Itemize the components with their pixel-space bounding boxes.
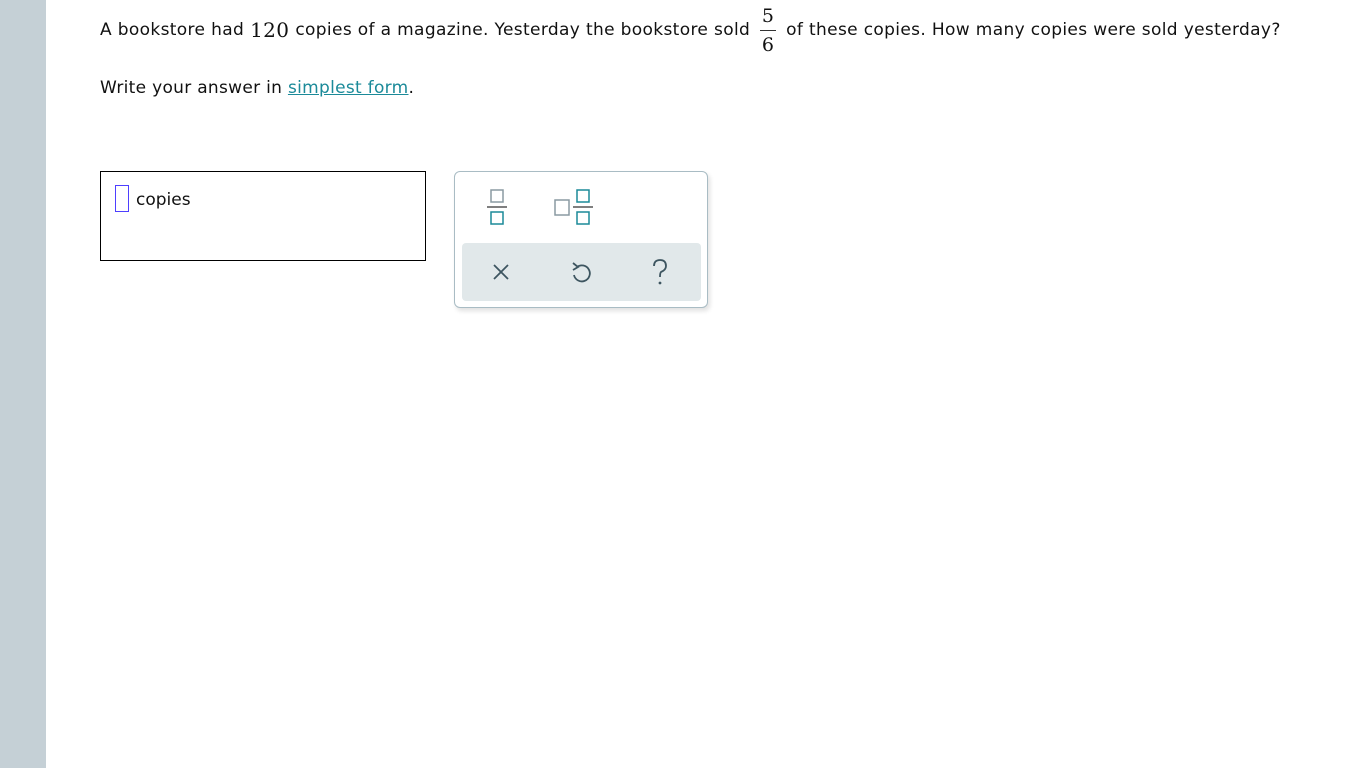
mixed-number-button[interactable] (553, 188, 595, 226)
palette-action-bar (462, 243, 701, 301)
question-part-3: of these copies. How many copies were so… (786, 20, 1281, 40)
question-quantity: 120 (250, 18, 290, 42)
clear-button[interactable] (483, 255, 519, 289)
fraction-template-icon (487, 189, 507, 225)
instruction-suffix: . (408, 78, 415, 98)
answer-input[interactable]: copies (100, 171, 426, 261)
question-fraction: 5 6 (760, 4, 777, 56)
clear-icon (493, 264, 509, 280)
fraction-numerator: 5 (761, 4, 775, 27)
simplest-form-link[interactable]: simplest form (288, 78, 409, 98)
help-icon (653, 259, 667, 285)
undo-button[interactable] (563, 255, 599, 289)
question-part-2: copies of a magazine. Yesterday the book… (295, 20, 751, 40)
question-part-1: A bookstore had (100, 20, 245, 40)
fraction-denominator: 6 (761, 33, 775, 56)
math-palette (454, 171, 708, 308)
answer-unit-label: copies (136, 190, 191, 210)
mixed-number-template-icon (554, 189, 593, 225)
help-button[interactable] (642, 255, 678, 289)
fraction-button[interactable] (486, 188, 508, 226)
fraction-bar (760, 29, 777, 31)
instruction-text: Write your answer in simplest form. (100, 78, 414, 98)
answer-cursor-slot[interactable] (115, 185, 129, 212)
undo-icon (572, 262, 591, 283)
question-text: A bookstore had 120 copies of a magazine… (100, 0, 1350, 60)
instruction-prefix: Write your answer in (100, 78, 283, 98)
left-rail (0, 0, 46, 768)
